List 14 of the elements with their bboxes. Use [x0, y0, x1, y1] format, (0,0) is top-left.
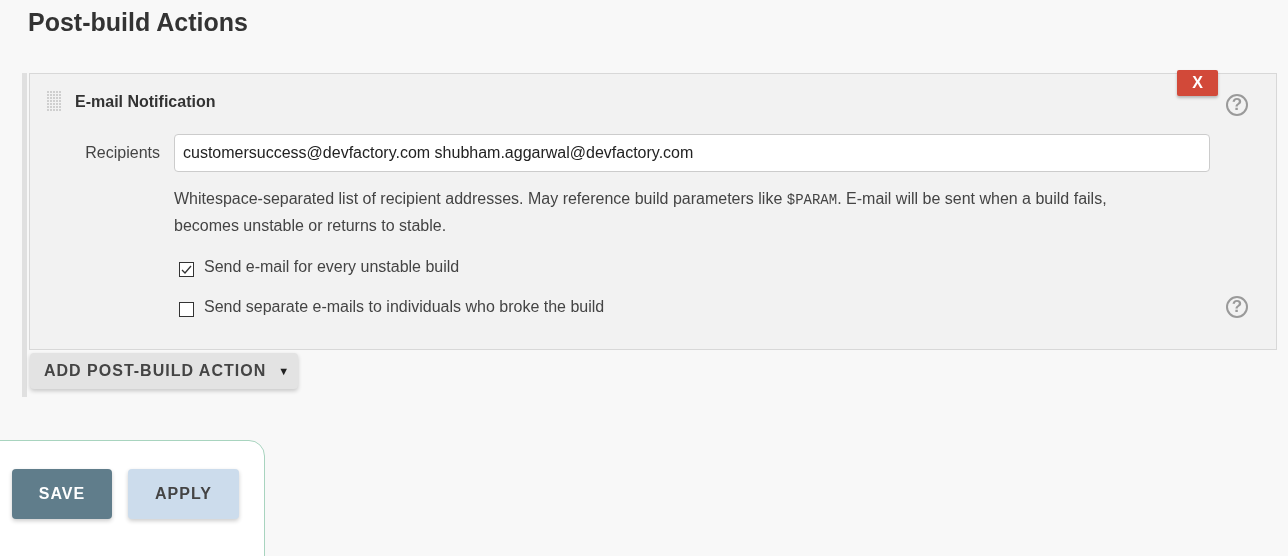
recipients-label: Recipients — [84, 144, 160, 162]
delete-button[interactable]: X — [1177, 70, 1218, 96]
apply-button[interactable]: APPLY — [128, 469, 239, 519]
action-title: E-mail Notification — [75, 93, 216, 111]
option-label[interactable]: Send separate e-mails to individuals who broke the build — [204, 298, 605, 316]
drag-handle-icon[interactable] — [47, 91, 63, 113]
recipients-field[interactable]: customersuccess@devfactory.com shubham.aggarwal@devfactory.com — [174, 134, 1210, 172]
save-button[interactable]: SAVE — [12, 469, 112, 519]
help-text: Whitespace-separated list of recipient addresses. May reference build parameters like $PARAM. E-mail will be sent when a build fails, becomes unstable or returns to stable. — [174, 189, 1108, 236]
section-title: Post-build Actions — [27, 7, 249, 38]
add-post-build-action-button[interactable]: ADD POST-BUILD ACTION ▼ — [30, 353, 298, 389]
option-label[interactable]: Send e-mail for every unstable build — [204, 258, 460, 276]
checkbox[interactable] — [179, 301, 194, 317]
checkbox[interactable] — [179, 261, 194, 277]
